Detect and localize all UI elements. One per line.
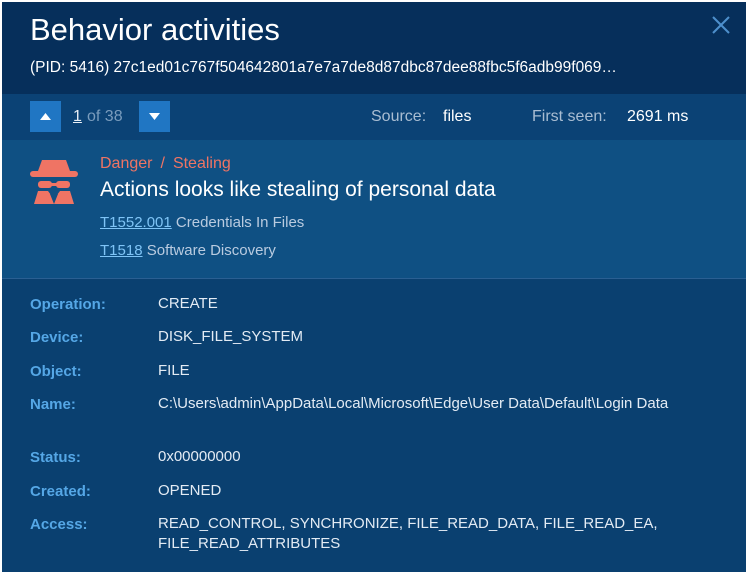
threat-category: Danger / Stealing: [100, 155, 231, 173]
technique-item: T1552.001 Credentials In Files: [100, 214, 304, 231]
operation-label: Operation:: [30, 296, 106, 313]
object-value: FILE: [158, 362, 190, 379]
severity-label: Danger: [100, 155, 153, 172]
operation-value: CREATE: [158, 295, 218, 312]
device-value: DISK_FILE_SYSTEM: [158, 328, 304, 345]
chevron-down-icon: [149, 113, 160, 120]
technique-item: T1518 Software Discovery: [100, 242, 276, 259]
pagination-bar: 1 of 38 Source: files First seen: 2691 m…: [2, 94, 746, 140]
status-label: Status:: [30, 449, 81, 466]
technique-link[interactable]: T1552.001: [100, 214, 172, 231]
previous-button[interactable]: [30, 101, 61, 132]
page-count: of 38: [87, 108, 123, 125]
category-separator: /: [160, 155, 165, 172]
event-details: Operation: CREATE Device: DISK_FILE_SYST…: [2, 279, 746, 572]
source-value: files: [443, 108, 472, 125]
behavior-activities-panel: Behavior activities (PID: 5416) 27c1ed01…: [2, 2, 746, 572]
panel-header: Behavior activities (PID: 5416) 27c1ed01…: [2, 2, 746, 94]
spy-icon: [30, 160, 78, 204]
object-label: Object:: [30, 363, 82, 380]
threat-summary: Danger / Stealing Actions looks like steal…: [2, 140, 746, 278]
name-value: C:\Users\admin\AppData\Local\Microsoft\E…: [158, 395, 669, 412]
next-button[interactable]: [139, 101, 170, 132]
technique-name: Credentials In Files: [175, 214, 305, 231]
first-seen-label: First seen:: [532, 108, 607, 125]
chevron-up-icon: [40, 113, 51, 120]
process-subtitle: (PID: 5416) 27c1ed01c767f504642801a7e7a7…: [30, 59, 617, 76]
source-label: Source:: [371, 108, 427, 125]
created-label: Created:: [30, 483, 91, 500]
status-value: 0x00000000: [158, 448, 241, 465]
technique-link[interactable]: T1518: [100, 242, 143, 259]
first-seen-value: 2691 ms: [627, 108, 689, 125]
created-value: OPENED: [158, 482, 222, 499]
close-icon[interactable]: [710, 14, 732, 36]
category-label: Stealing: [172, 155, 231, 172]
panel-title: Behavior activities: [30, 12, 280, 47]
technique-name: Software Discovery: [146, 242, 276, 259]
access-label: Access:: [30, 516, 88, 533]
device-label: Device:: [30, 329, 84, 346]
access-value: READ_CONTROL, SYNCHRONIZE, FILE_READ_DAT…: [158, 515, 658, 552]
name-label: Name:: [30, 396, 76, 413]
threat-title: Actions looks like stealing of personal …: [100, 178, 496, 201]
current-page: 1: [73, 108, 82, 125]
